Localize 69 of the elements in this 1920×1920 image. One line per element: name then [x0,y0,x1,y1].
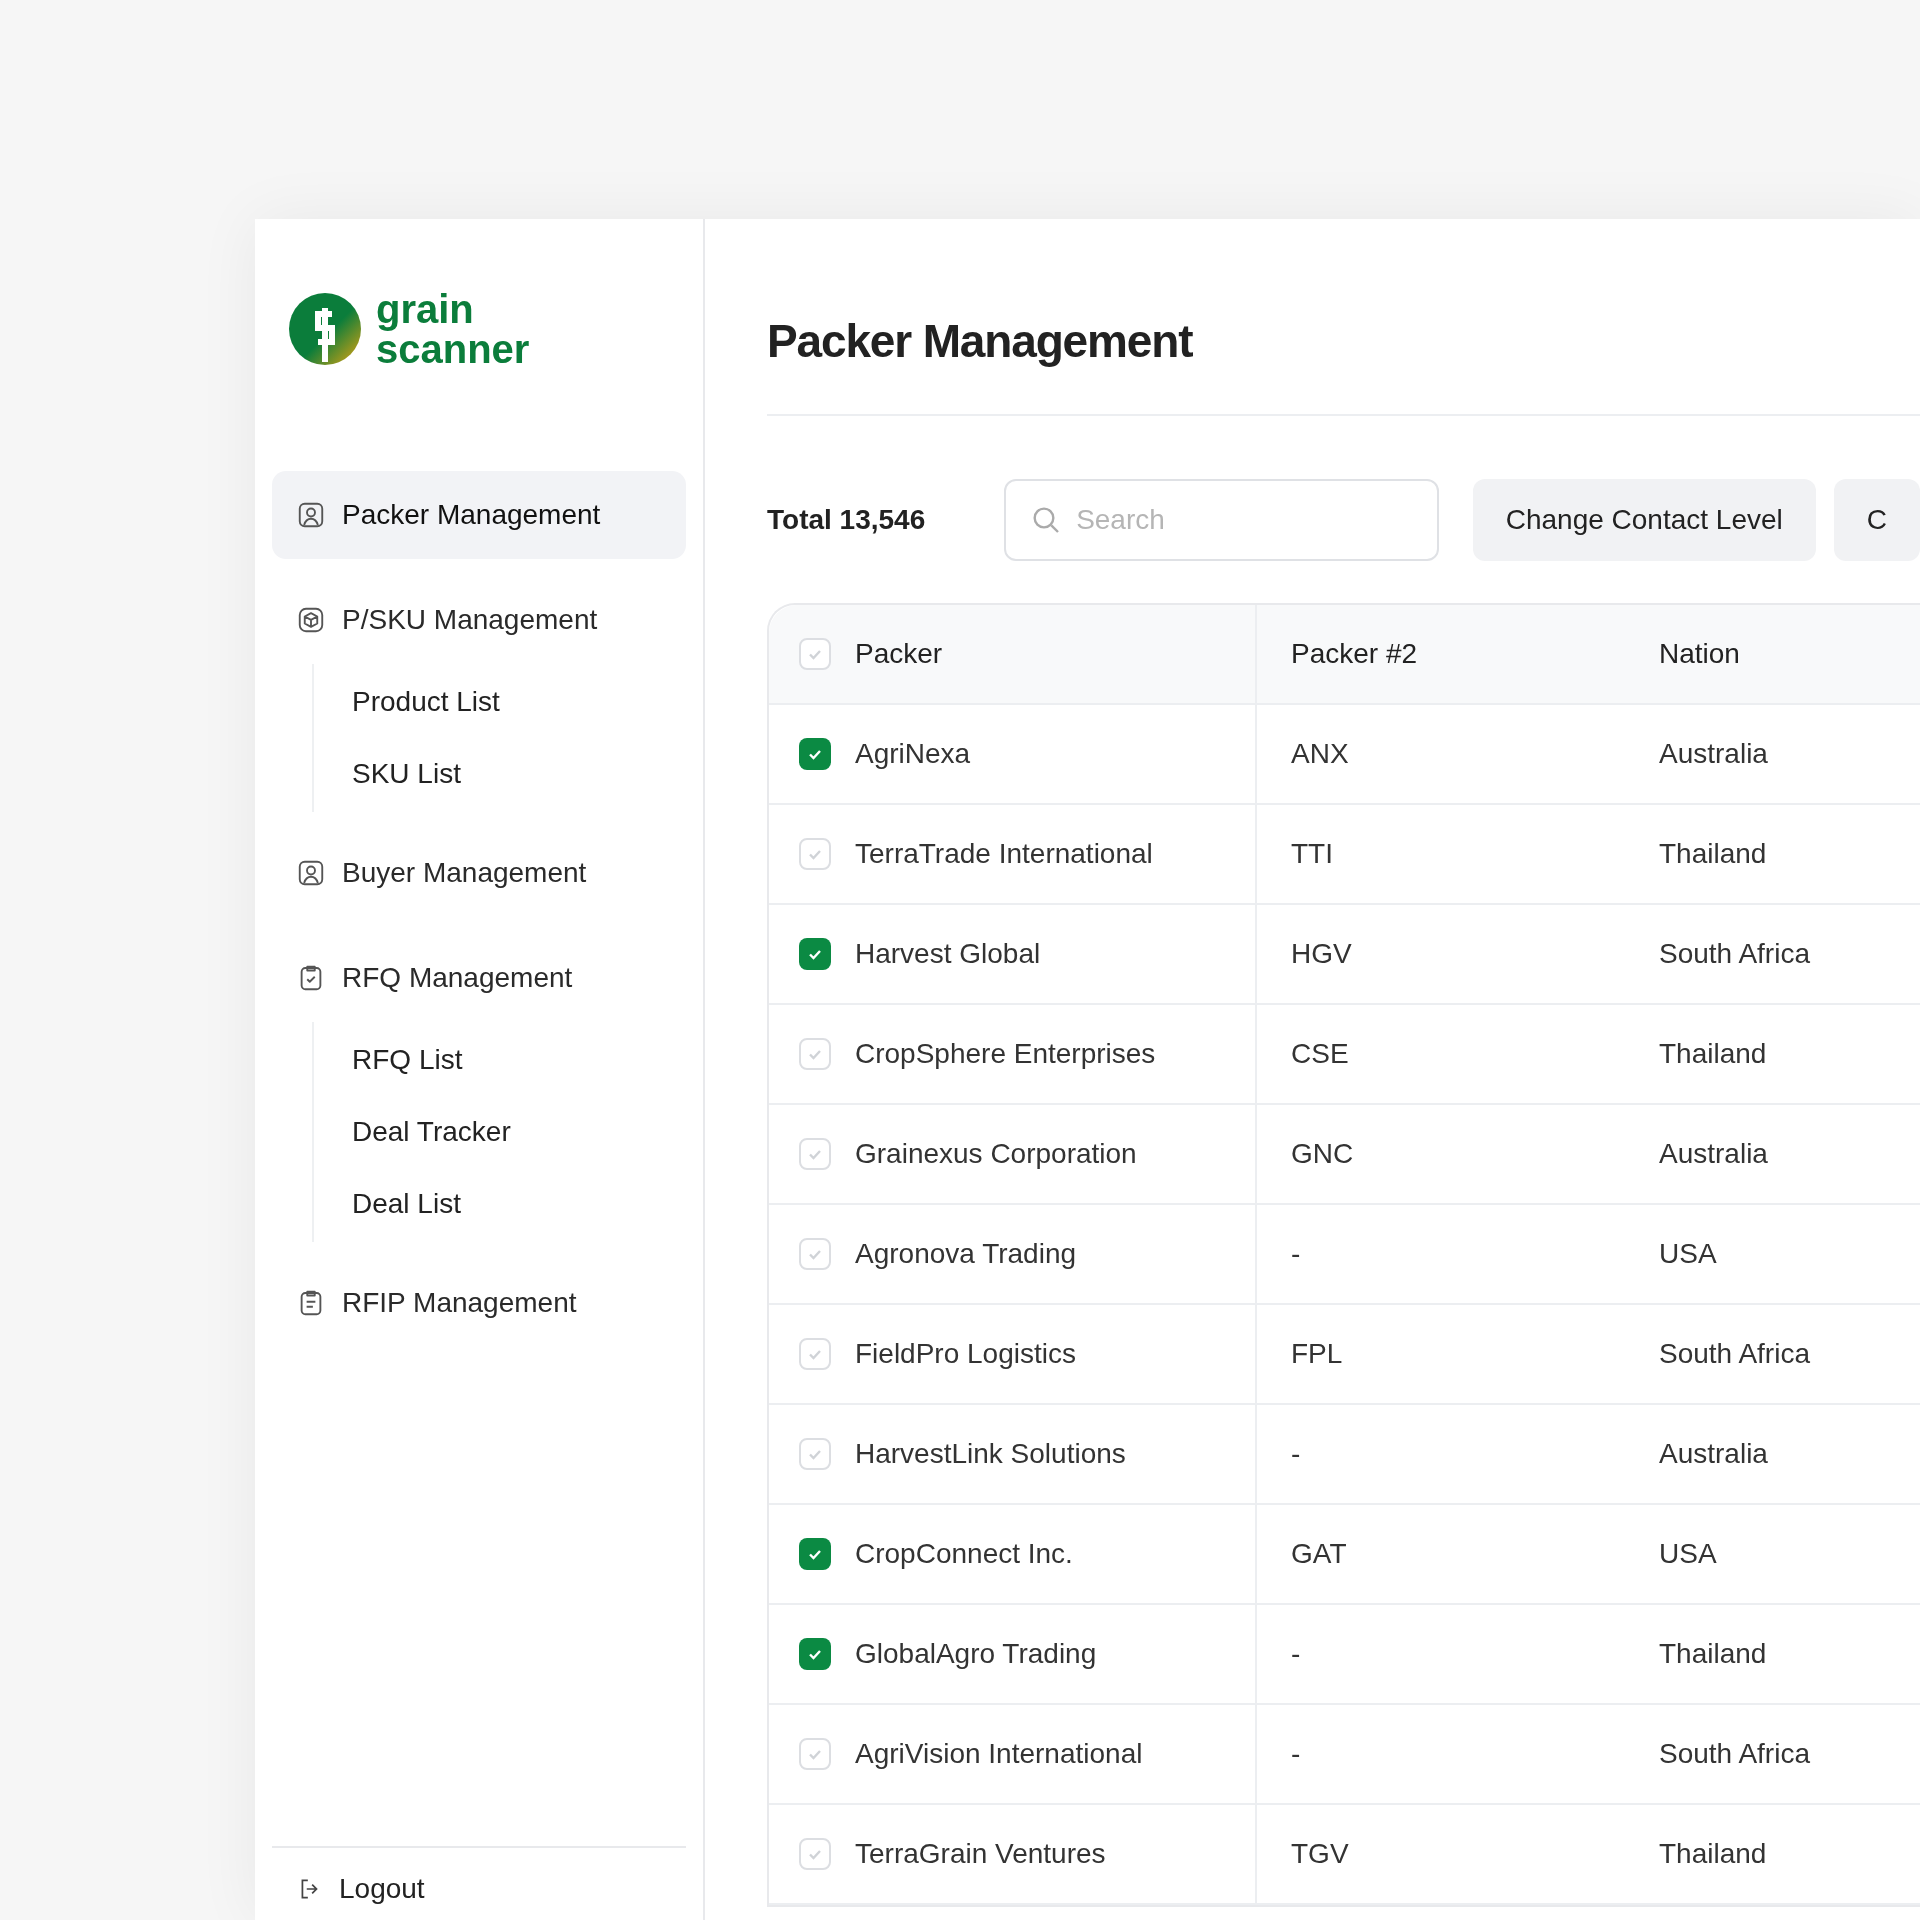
checkbox[interactable] [799,1338,831,1370]
checkbox[interactable] [799,738,831,770]
checkbox[interactable] [799,638,831,670]
nav-item[interactable]: Packer Management [272,471,686,559]
nav-subitem[interactable]: RFQ List [352,1024,686,1096]
table-cell-text: Agronova Trading [855,1237,1077,1271]
table-cell-text: - [1291,1237,1301,1271]
table-cell-text: Australia [1659,737,1768,771]
checkbox[interactable] [799,1238,831,1270]
table-cell-text: South Africa [1659,1337,1810,1371]
table-cell-text: - [1291,1737,1301,1771]
table-cell-text: TerraTrade International [855,837,1153,871]
column-header: Packer #2 [1291,637,1418,671]
table-cell-text: FPL [1291,1337,1343,1371]
table-cell-text: South Africa [1659,937,1810,971]
table-cell-text: TerraGrain Ventures [855,1837,1106,1871]
table-cell-text: Harvest Global [855,937,1041,971]
table-cell-text: USA [1659,1237,1717,1271]
page-title: Packer Management [767,314,1194,369]
nav-subitem[interactable]: Deal Tracker [352,1096,686,1168]
checkbox[interactable] [799,1138,831,1170]
table-cell-text: South Africa [1659,1737,1810,1771]
logo-text: grain [376,289,475,329]
logo-icon [288,292,362,366]
checkbox[interactable] [799,1038,831,1070]
checkbox[interactable] [799,1538,831,1570]
checkbox[interactable] [799,1838,831,1870]
table-cell-text: GAT [1291,1537,1347,1571]
table-cell-text: HarvestLink Solutions [855,1437,1126,1471]
checkbox[interactable] [799,1638,831,1670]
person-icon [296,500,326,530]
checkbox[interactable] [799,838,831,870]
logout-link[interactable]: Logout [297,1868,425,1910]
column-header: Packer [855,637,943,671]
checkbox[interactable] [799,1438,831,1470]
nav-subitem[interactable]: SKU List [352,738,686,810]
checkbox[interactable] [799,938,831,970]
table-cell-text: Grainexus Corporation [855,1137,1137,1171]
table-cell-text: ANX [1291,737,1349,771]
table-cell-text: Thailand [1659,1037,1767,1071]
table-cell-text: HGV [1291,937,1352,971]
table-cell-text: GNC [1291,1137,1354,1171]
table-cell-text: Thailand [1659,837,1767,871]
person-icon [296,858,326,888]
search-field[interactable]: Search [1004,479,1439,561]
toolbar-button[interactable]: Change Contact Level [1472,479,1816,561]
table-cell-text: - [1291,1437,1301,1471]
table-cell-text: Australia [1659,1137,1768,1171]
table-cell-text: AgriVision International [855,1737,1143,1771]
toolbar-button[interactable]: C [1833,479,1920,561]
table-cell-text: CropConnect Inc. [855,1537,1073,1571]
table-cell-text: CropSphere Enterprises [855,1037,1156,1071]
nav-subitem[interactable]: Deal List [352,1168,686,1240]
table-cell-text: Thailand [1659,1837,1767,1871]
total-count: Total 13,546 [767,503,927,537]
box-icon [296,605,326,635]
table-cell-text: Australia [1659,1437,1768,1471]
nav-subitem[interactable]: Product List [352,666,686,738]
table-cell-text: TTI [1291,837,1333,871]
table-cell-text: FieldPro Logistics [855,1337,1076,1371]
table-cell-text: CSE [1291,1037,1349,1071]
table-cell-text: TGV [1291,1837,1349,1871]
column-header: Nation [1659,637,1740,671]
table-cell-text: USA [1659,1537,1717,1571]
table-cell-text: GlobalAgro Trading [855,1637,1097,1671]
table-cell-text: Thailand [1659,1637,1767,1671]
table-cell-text: AgriNexa [855,737,971,771]
checkbox[interactable] [799,1738,831,1770]
table-cell-text: - [1291,1637,1301,1671]
